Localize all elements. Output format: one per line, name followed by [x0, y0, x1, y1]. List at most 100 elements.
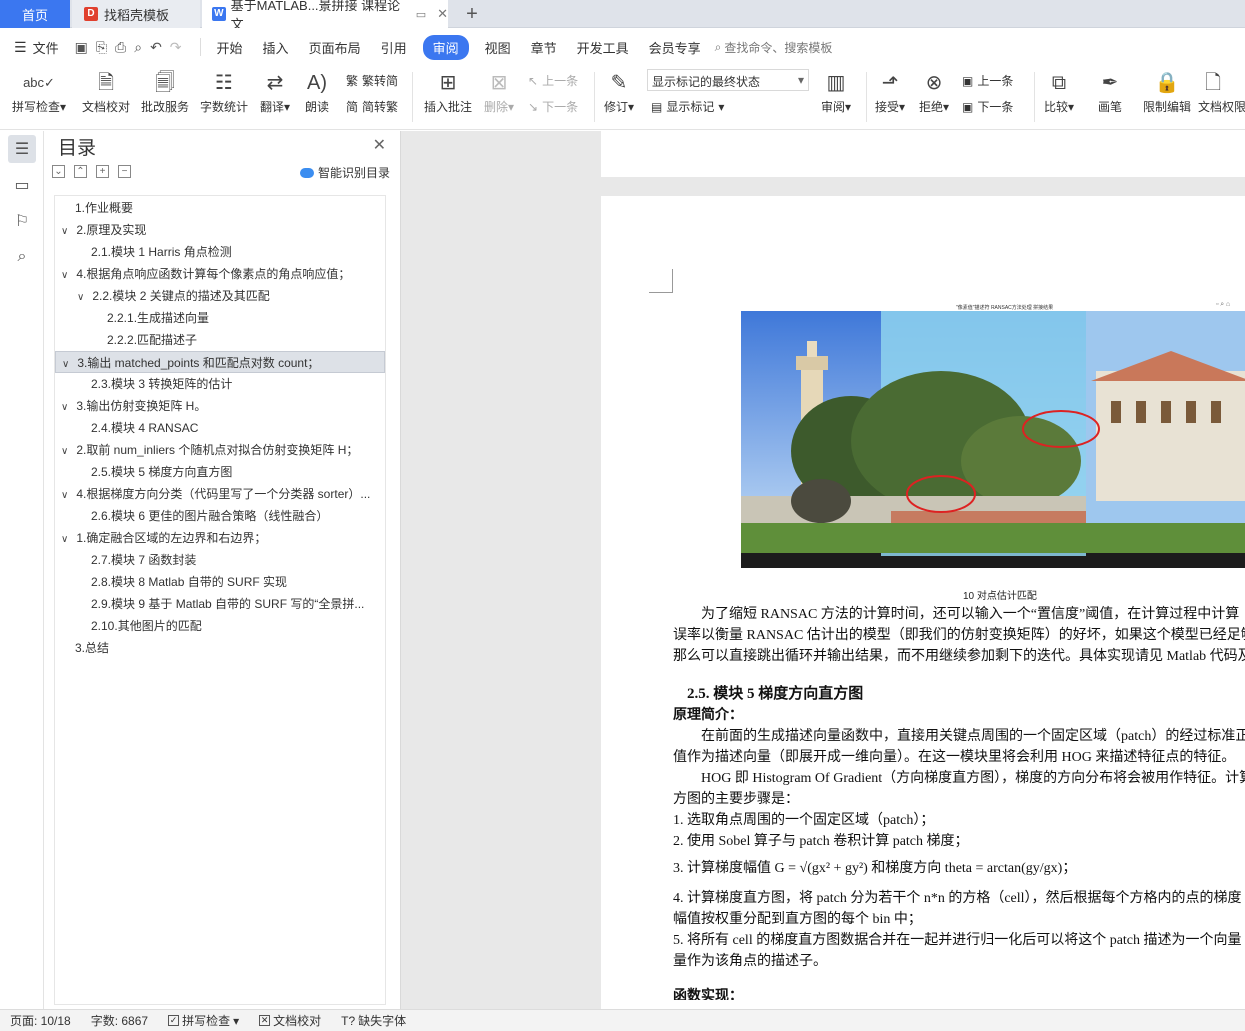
expand-arrow-icon[interactable]: ∨	[61, 265, 73, 285]
review-pane-button[interactable]: ▥ 审阅▾	[816, 68, 856, 115]
menu-insert[interactable]: 插入	[253, 38, 299, 57]
toc-item[interactable]: 2.3.模块 3 转换矩阵的估计	[55, 373, 385, 395]
expand-arrow-icon[interactable]: ∨	[61, 397, 73, 417]
tab-daoke-label: 找稻壳模板	[104, 7, 170, 23]
doc-permission-button[interactable]: 🗋 文档权限	[1198, 68, 1245, 115]
translate-button[interactable]: ⇄ 翻译▾	[256, 68, 294, 115]
restrict-edit-label: 限制编辑	[1142, 100, 1191, 114]
redo-icon[interactable]: ↷	[170, 39, 182, 56]
spellcheck-status[interactable]: ✓ 拼写检查 ▾	[158, 1012, 249, 1029]
menu-view[interactable]: 视图	[475, 38, 521, 57]
list-item: 2. 使用 Sobel 算子与 patch 卷积计算 patch 梯度；	[673, 834, 969, 849]
doc-proof-button[interactable]: 🗎 文档校对	[78, 68, 134, 115]
file-menu[interactable]: ☰ 文件	[0, 38, 59, 57]
batch-service-button[interactable]: 🗐 批改服务	[138, 68, 192, 115]
smart-toc-button[interactable]: 智能识别目录	[299, 164, 390, 181]
toc-item[interactable]: ∨ 3.输出 matched_points 和匹配点对数 count；	[55, 351, 385, 373]
menu-review[interactable]: 审阅	[422, 34, 469, 60]
restrict-edit-button[interactable]: 🔒 限制编辑	[1138, 68, 1196, 115]
print-preview-icon[interactable]: ⌕	[134, 39, 142, 56]
review-pane-label: 审阅	[820, 100, 845, 114]
toc-item[interactable]: 2.7.模块 7 函数封装	[55, 549, 385, 571]
toc-item[interactable]: 2.9.模块 9 基于 Matlab 自带的 SURF 写的“全景拼...	[55, 593, 385, 615]
menu-start[interactable]: 开始	[207, 38, 253, 57]
undo-icon[interactable]: ↶	[150, 39, 162, 56]
expand-arrow-icon[interactable]: ∨	[61, 221, 73, 241]
accept-button[interactable]: ⬏ 接受▾	[870, 68, 910, 115]
read-aloud-button[interactable]: A) 朗读	[298, 68, 336, 115]
toc-item[interactable]: 3.总结	[55, 637, 385, 659]
save-icon[interactable]: ▣	[75, 39, 88, 56]
add-heading-icon[interactable]: +	[96, 165, 109, 178]
spellcheck-button[interactable]: abc✓ 拼写检查▾	[8, 68, 70, 115]
command-search[interactable]: ⌕ 查找命令、搜索模板	[715, 39, 833, 56]
toc-item[interactable]: 2.2.1.生成描述向量	[55, 307, 385, 329]
toc-item[interactable]: ∨ 2.原理及实现	[55, 219, 385, 241]
remove-heading-icon[interactable]: −	[118, 165, 131, 178]
expand-arrow-icon[interactable]: ∨	[61, 441, 73, 461]
expand-arrow-icon[interactable]: ∨	[62, 354, 74, 372]
toc-item[interactable]: 2.10.其他图片的匹配	[55, 615, 385, 637]
page-indicator[interactable]: 页面: 10/18	[0, 1012, 81, 1029]
toc-panel-icon[interactable]: ☰	[8, 135, 36, 163]
chapter-panel-icon[interactable]: ▭	[8, 171, 36, 199]
toc-item[interactable]: ∨ 4.根据梯度方向分类（代码里写了一个分类器 sorter）...	[55, 483, 385, 505]
show-markup-button[interactable]: ▤ 显示标记 ▾	[651, 98, 724, 115]
ribbon-divider	[412, 72, 413, 122]
toc-item[interactable]: ∨ 2.2.模块 2 关键点的描述及其匹配	[55, 285, 385, 307]
bookmark-icon[interactable]: ⚐	[8, 207, 36, 235]
tab-home[interactable]: 首页	[0, 0, 70, 28]
reject-button[interactable]: ⊗ 拒绝▾	[914, 68, 954, 115]
next-change-button[interactable]: ▣ 下一条	[962, 98, 1013, 115]
menu-member[interactable]: 会员专享	[639, 38, 711, 57]
close-icon[interactable]: ✕	[373, 135, 386, 155]
toc-item[interactable]: 1.作业概要	[55, 197, 385, 219]
menu-reference[interactable]: 引用	[371, 38, 417, 57]
menu-dev-tools[interactable]: 开发工具	[567, 38, 639, 57]
print-icon[interactable]: ⎙	[115, 39, 126, 56]
tab-document[interactable]: W 基于MATLAB...景拼接 课程论文 ▭ ✕	[202, 0, 448, 32]
toc-item[interactable]: ∨ 1.确定融合区域的左边界和右边界；	[55, 527, 385, 549]
figure-toolbar-icon[interactable]: ▫ ⌕ ⌂	[1216, 300, 1230, 309]
delete-comment-button[interactable]: ⊠ 删除▾	[480, 68, 518, 115]
revise-button[interactable]: ✎ 修订▾	[600, 68, 638, 115]
toc-item[interactable]: 2.4.模块 4 RANSAC	[55, 417, 385, 439]
word-count-button[interactable]: ☷ 字数统计	[196, 68, 252, 115]
missing-font-status[interactable]: T? 缺失字体	[331, 1012, 416, 1029]
next-comment-button[interactable]: ↘ 下一条	[528, 98, 578, 115]
toc-item[interactable]: ∨ 3.输出仿射变换矩阵 H。	[55, 395, 385, 417]
insert-comment-button[interactable]: ⊞ 插入批注	[420, 68, 476, 115]
tab-daoke[interactable]: D 找稻壳模板	[72, 0, 200, 28]
toc-item[interactable]: ∨ 4.根据角点响应函数计算每个像素点的角点响应值；	[55, 263, 385, 285]
prev-comment-button[interactable]: ↖ 上一条	[528, 72, 578, 89]
word-count-indicator[interactable]: 字数: 6867	[81, 1012, 158, 1029]
compare-button[interactable]: ⧉ 比较▾	[1038, 68, 1080, 115]
new-tab-button[interactable]: +	[460, 0, 484, 28]
doc-proof-status[interactable]: ✕ 文档校对	[249, 1012, 331, 1029]
menu-chapter[interactable]: 章节	[521, 38, 567, 57]
list-item: 4. 计算梯度直方图，将 patch 分为若干个 n*n 的方格（cell），然…	[673, 891, 1242, 906]
toc-item[interactable]: 2.5.模块 5 梯度方向直方图	[55, 461, 385, 483]
pen-button[interactable]: ✒ 画笔	[1090, 68, 1130, 115]
search-panel-icon[interactable]: ⌕	[8, 243, 36, 271]
toc-item[interactable]: 2.2.2.匹配描述子	[55, 329, 385, 351]
to-simplified-button[interactable]: 简简转繁	[346, 98, 398, 115]
toc-item[interactable]: 2.8.模块 8 Matlab 自带的 SURF 实现	[55, 571, 385, 593]
collapse-up-icon[interactable]: ⌃	[74, 165, 87, 178]
screen-icon[interactable]: ▭	[416, 8, 426, 21]
expand-arrow-icon[interactable]: ∨	[77, 287, 89, 307]
export-pdf-icon[interactable]: ⎘	[96, 39, 107, 56]
hamburger-icon: ☰	[14, 38, 27, 55]
markup-state-select[interactable]: 显示标记的最终状态 ▾	[647, 69, 809, 91]
toc-item[interactable]: ∨ 2.取前 num_inliers 个随机点对拟合仿射变换矩阵 H；	[55, 439, 385, 461]
expand-arrow-icon[interactable]: ∨	[61, 485, 73, 505]
close-tab-icon[interactable]: ✕	[437, 6, 448, 22]
prev-change-button[interactable]: ▣ 上一条	[962, 72, 1013, 89]
toc-item[interactable]: 2.6.模块 6 更佳的图片融合策略（线性融合）	[55, 505, 385, 527]
next-change-icon: ▣	[962, 99, 974, 114]
to-traditional-button[interactable]: 繁繁转简	[346, 72, 398, 89]
expand-arrow-icon[interactable]: ∨	[61, 529, 73, 549]
menu-page-layout[interactable]: 页面布局	[299, 38, 371, 57]
toc-item[interactable]: 2.1.模块 1 Harris 角点检测	[55, 241, 385, 263]
expand-down-icon[interactable]: ⌄	[52, 165, 65, 178]
